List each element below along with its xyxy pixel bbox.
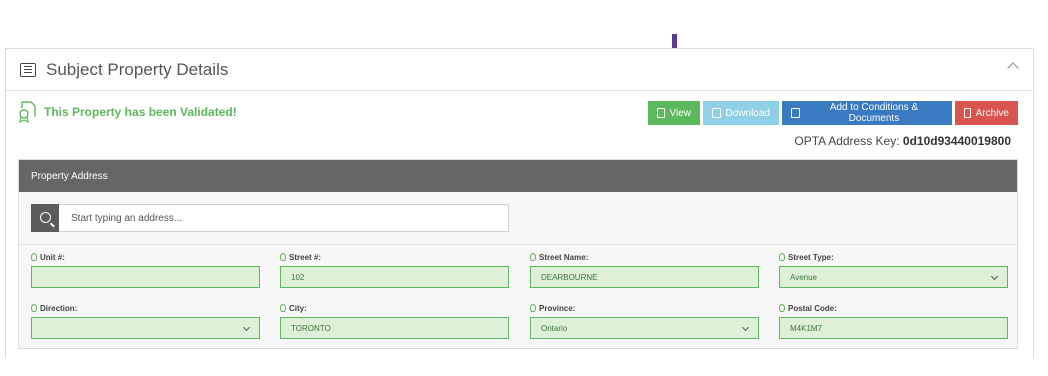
city-field: City: bbox=[280, 302, 509, 339]
city-input-box[interactable] bbox=[280, 317, 509, 339]
panel-header[interactable]: Subject Property Details bbox=[6, 49, 1033, 91]
property-address-section: Property Address Unit #: Street #: Stree… bbox=[18, 159, 1018, 349]
unit-label: Unit #: bbox=[31, 251, 260, 263]
validated-document-icon bbox=[19, 101, 36, 123]
street-name-field: Street Name: bbox=[530, 251, 759, 288]
pin-icon bbox=[31, 304, 37, 312]
search-button[interactable] bbox=[31, 203, 59, 232]
direction-label: Direction: bbox=[31, 302, 260, 314]
property-address-header: Property Address bbox=[19, 160, 1017, 192]
street-name-input-box[interactable] bbox=[530, 266, 759, 288]
chevron-down-icon bbox=[242, 323, 251, 332]
download-icon bbox=[712, 108, 721, 118]
pin-icon bbox=[779, 304, 785, 312]
view-label: View bbox=[669, 107, 692, 119]
validation-status: This Property has been Validated! bbox=[18, 101, 237, 123]
street-number-input-box[interactable] bbox=[280, 266, 509, 288]
archive-label: Archive bbox=[975, 107, 1009, 119]
province-label: Province: bbox=[530, 302, 759, 314]
unit-field: Unit #: bbox=[31, 251, 260, 288]
chevron-down-icon bbox=[990, 272, 999, 281]
street-type-field: Street Type: Avenue bbox=[779, 251, 1008, 288]
pin-icon bbox=[530, 304, 536, 312]
city-label: City: bbox=[280, 302, 509, 314]
document-icon bbox=[657, 108, 665, 118]
direction-field: Direction: bbox=[31, 302, 260, 339]
province-select[interactable]: Ontario bbox=[530, 317, 759, 339]
subject-property-panel: Subject Property Details This Property h… bbox=[5, 48, 1034, 358]
opta-label: OPTA Address Key: bbox=[794, 134, 903, 148]
direction-select[interactable] bbox=[31, 317, 260, 339]
add-label: Add to Conditions & Documents bbox=[829, 102, 919, 124]
street-number-label: Street #: bbox=[280, 251, 509, 263]
unit-input-box[interactable] bbox=[31, 266, 260, 288]
province-value: Ontario bbox=[541, 323, 568, 333]
divider bbox=[19, 244, 1017, 245]
download-button[interactable]: Download bbox=[703, 101, 779, 125]
postal-code-input-box[interactable] bbox=[779, 317, 1008, 339]
pin-icon bbox=[779, 253, 785, 261]
address-search bbox=[31, 203, 509, 232]
search-icon bbox=[39, 212, 51, 223]
postal-code-field: Postal Code: bbox=[779, 302, 1008, 339]
list-icon bbox=[20, 62, 36, 77]
province-field: Province: Ontario bbox=[530, 302, 759, 339]
street-number-input[interactable] bbox=[291, 272, 508, 282]
pin-icon bbox=[280, 253, 286, 261]
panel-title: Subject Property Details bbox=[46, 59, 229, 79]
address-search-input[interactable] bbox=[59, 205, 508, 231]
street-name-label: Street Name: bbox=[530, 251, 759, 263]
pin-icon bbox=[31, 253, 37, 261]
street-type-value: Avenue bbox=[790, 272, 817, 282]
archive-button[interactable]: Archive bbox=[955, 101, 1018, 125]
add-to-conditions-button[interactable]: Add to Conditions & Documents bbox=[782, 101, 952, 125]
unit-input[interactable] bbox=[42, 272, 259, 282]
city-input[interactable] bbox=[291, 323, 508, 333]
postal-code-input[interactable] bbox=[790, 323, 1007, 333]
pin-icon bbox=[530, 253, 536, 261]
export-document-icon bbox=[791, 108, 800, 118]
action-buttons: View Download Add to Conditions & Docume… bbox=[648, 101, 1018, 125]
trash-icon bbox=[964, 108, 971, 118]
opta-address-key: OPTA Address Key: 0d10d93440019800 bbox=[794, 134, 1011, 148]
chevron-down-icon bbox=[741, 323, 750, 332]
view-button[interactable]: View bbox=[648, 101, 700, 125]
street-name-input[interactable] bbox=[541, 272, 758, 282]
download-label: Download bbox=[725, 107, 770, 119]
postal-code-label: Postal Code: bbox=[779, 302, 1008, 314]
street-type-label: Street Type: bbox=[779, 251, 1008, 263]
validated-message: This Property has been Validated! bbox=[44, 105, 237, 119]
opta-value: 0d10d93440019800 bbox=[902, 134, 1011, 148]
street-type-select[interactable]: Avenue bbox=[779, 266, 1008, 288]
pin-icon bbox=[280, 304, 286, 312]
street-number-field: Street #: bbox=[280, 251, 509, 288]
